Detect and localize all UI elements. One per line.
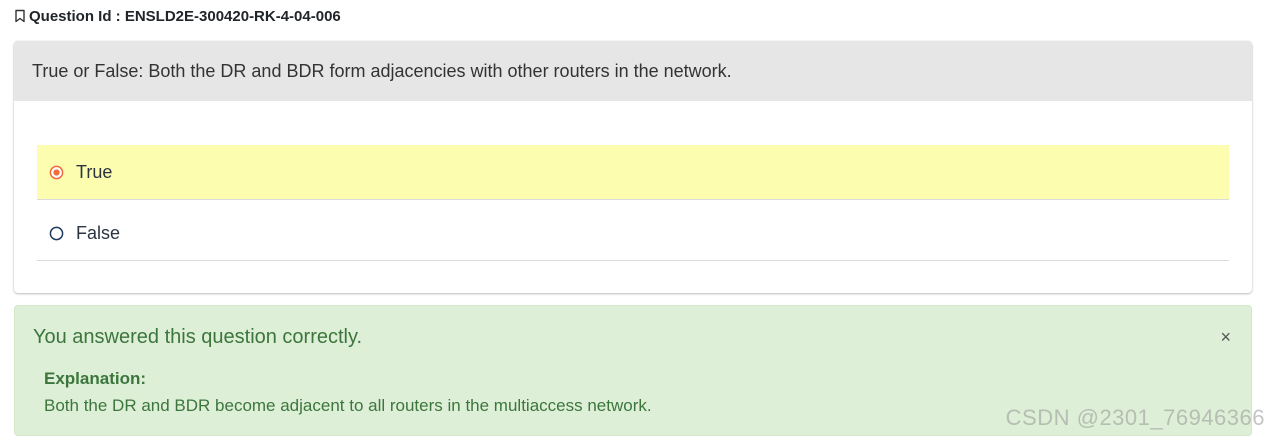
explanation-heading: Explanation:	[44, 369, 147, 388]
close-icon[interactable]: ×	[1220, 328, 1231, 346]
radio-checked-icon[interactable]	[49, 165, 76, 180]
explanation-text: Both the DR and BDR become adjacent to a…	[44, 396, 652, 415]
watermark: CSDN @2301_76946366	[1005, 405, 1265, 430]
bookmark-icon[interactable]	[14, 9, 26, 23]
option-label: True	[76, 161, 113, 182]
question-prompt: True or False: Both the DR and BDR form …	[14, 41, 1252, 101]
option-label: False	[76, 223, 121, 243]
radio-unchecked-icon[interactable]	[49, 226, 76, 241]
feedback-message: You answered this question correctly.	[33, 326, 363, 348]
option-false[interactable]: False	[37, 207, 1229, 261]
question-card: True or False: Both the DR and BDR form …	[14, 41, 1252, 293]
option-true[interactable]: True	[37, 145, 1229, 200]
question-id-label: Question Id : ENSLD2E-300420-RK-4-04-006	[29, 7, 341, 25]
question-id: Question Id : ENSLD2E-300420-RK-4-04-006	[14, 6, 341, 26]
